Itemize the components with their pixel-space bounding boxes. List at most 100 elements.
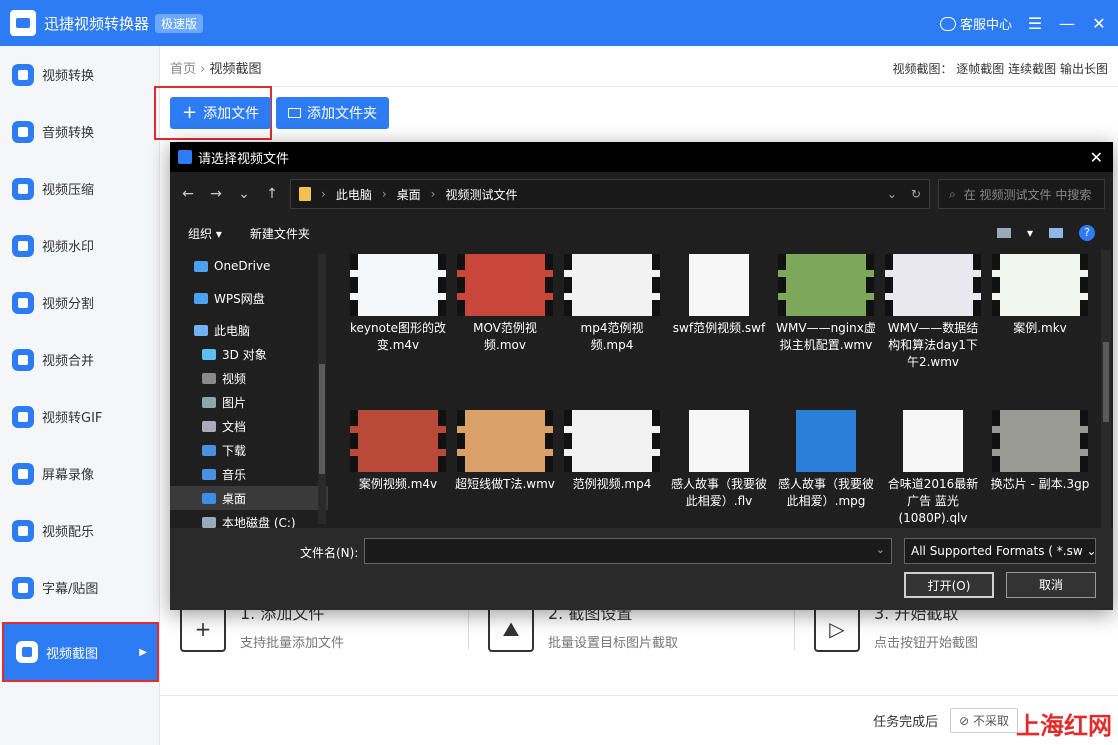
- tree-item[interactable]: 文档: [170, 414, 328, 438]
- path-segment[interactable]: 此电脑: [336, 186, 372, 203]
- sidebar-item[interactable]: 视频配乐: [0, 502, 159, 559]
- navigation-tree: OneDrive WPS网盘 此电脑 3D 对象 视频 图片 文档 下载 音乐 桌面 本地磁盘 (C…: [170, 250, 328, 530]
- open-button[interactable]: 打开(O): [904, 572, 994, 598]
- new-folder-button[interactable]: 新建文件夹: [250, 225, 310, 242]
- sidebar-item[interactable]: 视频转换: [0, 46, 159, 103]
- back-arrow-icon[interactable]: ←: [178, 186, 198, 202]
- tree-item[interactable]: 3D 对象: [170, 342, 328, 366]
- dialog-title-bar: 请选择视频文件 ✕: [170, 142, 1113, 172]
- file-icon: [903, 410, 963, 472]
- sidebar-item[interactable]: 视频合并: [0, 331, 159, 388]
- file-item[interactable]: 范例视频.mp4: [562, 410, 662, 493]
- tree-item[interactable]: 视频: [170, 366, 328, 390]
- tree-item[interactable]: 图片: [170, 390, 328, 414]
- file-item[interactable]: WMV——nginx虚拟主机配置.wmv: [776, 254, 876, 354]
- sidebar-item-label: 视频截图: [46, 646, 99, 662]
- tree-folder-icon: [202, 516, 216, 528]
- tool-icon: [12, 519, 34, 542]
- preview-pane-icon[interactable]: [1049, 228, 1063, 238]
- file-icon: [689, 254, 749, 316]
- customer-service-button[interactable]: 客服中心: [939, 14, 1012, 33]
- tree-item[interactable]: 音乐: [170, 462, 328, 486]
- divider: [160, 86, 1118, 87]
- file-item[interactable]: 案例视频.m4v: [348, 410, 448, 493]
- file-type-select[interactable]: All Supported Formats ( *.sw ⌄: [904, 538, 1096, 564]
- filename-input[interactable]: ⌄: [364, 538, 892, 564]
- after-task-select[interactable]: ⊘ 不采取: [950, 708, 1018, 733]
- file-name: 案例.mkv: [1013, 321, 1067, 335]
- dialog-close-icon[interactable]: ✕: [1090, 148, 1103, 167]
- app-title: 迅捷视频转换器: [44, 14, 150, 33]
- sidebar-item-label: 视频配乐: [42, 525, 95, 540]
- close-icon[interactable]: ✕: [1090, 14, 1108, 33]
- path-segment[interactable]: 视频测试文件: [445, 186, 517, 203]
- file-item[interactable]: mp4范例视频.mp4: [562, 254, 662, 354]
- organize-menu[interactable]: 组织 ▾: [188, 225, 222, 242]
- search-input[interactable]: ⌕ 在 视频测试文件 中搜索: [938, 179, 1105, 209]
- file-item[interactable]: MOV范例视频.mov: [455, 254, 555, 354]
- recent-chevron-icon[interactable]: ⌄: [234, 186, 254, 202]
- sidebar-item[interactable]: 视频截图 ▶: [2, 622, 159, 682]
- mode-long-link[interactable]: 输出长图: [1060, 62, 1108, 76]
- minimize-icon[interactable]: —: [1058, 14, 1076, 33]
- tree-item[interactable]: WPS网盘: [170, 286, 328, 310]
- refresh-icon[interactable]: ↻: [911, 187, 921, 201]
- address-bar[interactable]: › 此电脑 › 桌面 › 视频测试文件 ⌄ ↻: [290, 179, 930, 209]
- file-item[interactable]: 超短线做T法.wmv: [455, 410, 555, 493]
- cancel-button[interactable]: 取消: [1006, 572, 1096, 598]
- file-item[interactable]: 合味道2016最新广告 蓝光(1080P).qlv: [883, 410, 983, 527]
- file-item[interactable]: WMV——数据结构和算法day1下午2.wmv: [883, 254, 983, 371]
- file-item[interactable]: keynote图形的改变.m4v: [348, 254, 448, 354]
- file-item[interactable]: 感人故事（我要彼此相爱）.mpg: [776, 410, 876, 510]
- add-folder-button[interactable]: 添加文件夹: [276, 97, 389, 129]
- forward-arrow-icon[interactable]: →: [206, 186, 226, 202]
- tree-folder-icon: [202, 492, 216, 504]
- file-name: 感人故事（我要彼此相爱）.flv: [670, 477, 767, 508]
- after-task-label: 任务完成后: [873, 715, 939, 730]
- sidebar-item[interactable]: 视频转GIF: [0, 388, 159, 445]
- mode-continuous-link[interactable]: 连续截图: [1008, 62, 1056, 76]
- view-dropdown-icon[interactable]: ▾: [1027, 226, 1033, 240]
- tree-item[interactable]: 桌面: [170, 486, 328, 510]
- view-options-icon[interactable]: [996, 228, 1011, 238]
- path-segment[interactable]: 桌面: [397, 186, 421, 203]
- file-name: WMV——数据结构和算法day1下午2.wmv: [887, 321, 979, 369]
- help-icon[interactable]: ?: [1079, 225, 1095, 241]
- sidebar-item[interactable]: 音频转换: [0, 103, 159, 160]
- sidebar-item[interactable]: 视频水印: [0, 217, 159, 274]
- file-item[interactable]: swf范例视频.swf: [669, 254, 769, 337]
- edition-badge: 极速版: [155, 13, 204, 33]
- sidebar-item[interactable]: 视频压缩: [0, 160, 159, 217]
- file-icon: [689, 410, 749, 472]
- tree-item[interactable]: 此电脑: [170, 318, 328, 342]
- file-name: WMV——nginx虚拟主机配置.wmv: [776, 321, 876, 352]
- tool-icon: [12, 576, 34, 599]
- file-scrollbar[interactable]: [1101, 250, 1111, 528]
- breadcrumb-home[interactable]: 首页: [170, 62, 196, 77]
- tool-icon: [12, 405, 34, 428]
- sidebar-item[interactable]: 视频分割: [0, 274, 159, 331]
- tree-scrollbar[interactable]: [318, 254, 326, 524]
- file-name: MOV范例视频.mov: [473, 321, 537, 352]
- address-dropdown-icon[interactable]: ⌄: [887, 187, 897, 201]
- sidebar-item-label: 视频分割: [42, 297, 95, 312]
- tool-icon: [16, 641, 38, 663]
- file-dialog: 请选择视频文件 ✕ ← → ⌄ ↑ › 此电脑 › 桌面 › 视频测试文件 ⌄ ↻…: [170, 142, 1113, 610]
- menu-icon[interactable]: ☰: [1026, 14, 1044, 33]
- up-arrow-icon[interactable]: ↑: [262, 186, 282, 202]
- sidebar-item[interactable]: 屏幕录像: [0, 445, 159, 502]
- chevron-down-icon[interactable]: ⌄: [876, 543, 885, 556]
- mode-frame-link[interactable]: 逐帧截图: [956, 62, 1004, 76]
- file-item[interactable]: 换芯片 - 副本.3gp: [990, 410, 1090, 493]
- tree-item-label: 下载: [222, 443, 247, 458]
- file-name: 换芯片 - 副本.3gp: [990, 477, 1090, 491]
- tree-item[interactable]: 下载: [170, 438, 328, 462]
- sidebar-item[interactable]: 字幕/贴图: [0, 559, 159, 616]
- image-step-icon: ⛰: [488, 606, 534, 652]
- add-file-button[interactable]: + 添加文件: [170, 97, 272, 129]
- file-item[interactable]: 案例.mkv: [990, 254, 1090, 337]
- dialog-toolbar: 组织 ▾ 新建文件夹 ▾ ?: [170, 216, 1113, 250]
- file-item[interactable]: 感人故事（我要彼此相爱）.flv: [669, 410, 769, 510]
- tree-item[interactable]: OneDrive: [170, 254, 328, 278]
- video-thumbnail: [778, 254, 874, 316]
